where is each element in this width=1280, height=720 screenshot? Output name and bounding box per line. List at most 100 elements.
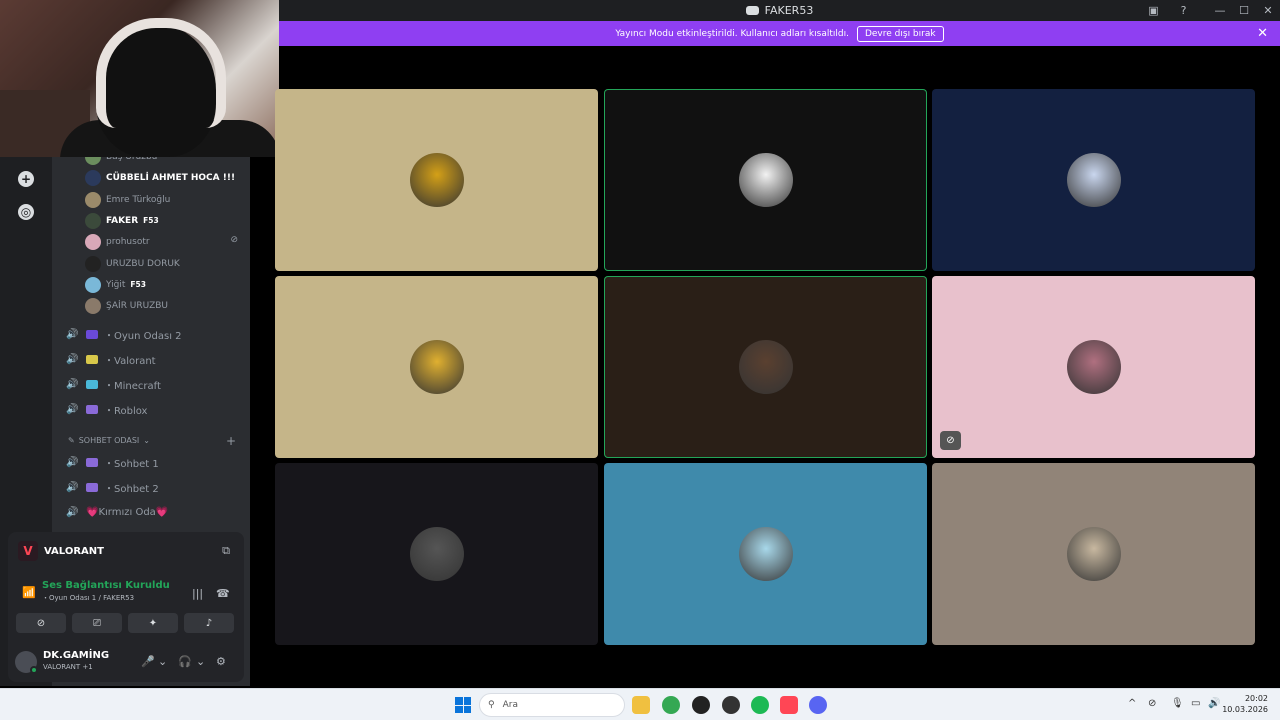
video-tile[interactable]: ⊘ <box>932 276 1255 458</box>
webcam-overlay <box>0 0 279 157</box>
tray-hidden-icon[interactable]: ⊘ <box>1148 698 1156 709</box>
help-icon[interactable]: ? <box>1177 4 1190 17</box>
speaker-icon: 🔊 <box>66 328 79 340</box>
activity-row[interactable]: V VALORANT <box>8 532 244 570</box>
noise-suppression-icon[interactable]: ||| <box>192 587 203 600</box>
start-icon[interactable] <box>455 697 471 713</box>
close-icon[interactable]: ✕ <box>1256 0 1280 21</box>
tray-mic-icon[interactable]: 🎙 <box>1171 698 1184 709</box>
avatar <box>85 234 101 251</box>
member-name: URUZBU DORUK <box>106 258 180 269</box>
valorant-taskbar-icon[interactable] <box>780 696 798 714</box>
camera-off-button[interactable]: ⊘ <box>16 613 66 633</box>
member-item[interactable]: Yiğit F53 <box>85 276 146 294</box>
disable-streamer-mode-button[interactable]: Devre dışı bırak <box>856 25 944 42</box>
screen-share-icon[interactable]: ⧉ <box>222 544 230 558</box>
speaker-icon: 🔊 <box>66 353 79 365</box>
inbox-icon[interactable]: ▣ <box>1147 4 1160 17</box>
category-icon: ✎ <box>68 436 75 445</box>
disconnect-icon[interactable]: ☎ <box>216 587 230 600</box>
window-title-text: FAKER53 <box>764 4 814 17</box>
channel-emoji-icon <box>86 405 98 415</box>
soundboard-button[interactable]: ♪ <box>184 613 234 633</box>
signal-icon[interactable]: 📶 <box>22 586 36 599</box>
search-icon: ⚲ <box>488 700 495 710</box>
voice-channel[interactable]: 🔊 💗Kırmızı Oda💗 <box>66 504 168 522</box>
member-item[interactable]: FAKER F53 <box>85 212 159 230</box>
member-item[interactable]: ŞAİR URUZBU <box>85 297 168 315</box>
voice-channel[interactable]: 🔊 ・Oyun Odası 2 <box>66 325 182 343</box>
clock-time: 20:02 <box>1244 694 1268 703</box>
member-item[interactable]: prohusotr <box>85 233 150 251</box>
channel-name: ・Roblox <box>104 406 148 418</box>
member-item[interactable]: URUZBU DORUK <box>85 255 180 273</box>
channel-emoji-icon <box>86 457 98 467</box>
category-sohbet-odasi[interactable]: ✎ SOHBET ODASI ⌄ <box>68 436 150 445</box>
spotify-icon[interactable] <box>751 696 769 714</box>
tray-chevron-icon[interactable]: ^ <box>1128 698 1136 709</box>
voice-channel[interactable]: 🔊 ・Valorant <box>66 350 156 368</box>
microphone-icon[interactable]: 🎤 <box>141 655 155 668</box>
voice-channel[interactable]: 🔊 ・Sohbet 2 <box>66 478 159 496</box>
member-tag: F53 <box>130 280 146 290</box>
avatar <box>85 255 101 272</box>
video-tile[interactable] <box>275 89 598 271</box>
video-tile[interactable] <box>604 89 927 271</box>
media-player-icon[interactable] <box>692 696 710 714</box>
gear-icon[interactable]: ⚙ <box>216 655 226 668</box>
category-label: SOHBET ODASI <box>78 436 140 445</box>
file-explorer-icon[interactable] <box>632 696 650 714</box>
channel-emoji-icon <box>86 354 98 364</box>
avatar[interactable] <box>15 651 38 674</box>
search-placeholder: Ara <box>502 700 518 710</box>
window-title: FAKER53 <box>279 4 1280 17</box>
avatar <box>738 340 793 394</box>
headphones-chevron-down-icon[interactable]: ⌄ <box>196 655 205 668</box>
minimize-icon[interactable]: — <box>1208 0 1232 21</box>
add-server-icon[interactable]: + <box>18 171 34 187</box>
video-tile[interactable] <box>604 463 927 645</box>
maximize-icon[interactable]: ☐ <box>1232 0 1256 21</box>
channel-emoji-icon <box>86 380 98 390</box>
taskbar-search[interactable]: ⚲ Ara <box>479 693 625 717</box>
tray-volume-icon[interactable]: 🔊 <box>1208 698 1220 709</box>
activity-game: VALORANT <box>44 545 104 557</box>
activities-button[interactable]: ✦ <box>128 613 178 633</box>
voice-channel[interactable]: 🔊 ・Minecraft <box>66 376 161 394</box>
online-status-icon <box>30 666 38 674</box>
video-tile[interactable] <box>604 276 927 458</box>
video-tile[interactable] <box>932 463 1255 645</box>
clock[interactable]: 20:02 10.03.2026 <box>1222 693 1268 715</box>
headphones-icon[interactable]: 🎧 <box>178 655 192 668</box>
voice-channel[interactable]: 🔊 ・Sohbet 1 <box>66 453 159 471</box>
user-name: DK.GAMİNG <box>43 650 110 661</box>
speaker-icon: 🔊 <box>66 379 79 391</box>
mic-chevron-down-icon[interactable]: ⌄ <box>158 655 167 668</box>
member-item[interactable]: Emre Türkoğlu <box>85 191 170 209</box>
voice-channel[interactable]: 🔊 ・Roblox <box>66 401 147 419</box>
member-tag: F53 <box>143 216 159 226</box>
member-item[interactable]: CÜBBELİ AHMET HOCA !!! <box>85 169 235 187</box>
user-status: VALORANT +1 <box>43 663 93 671</box>
create-channel-icon[interactable]: + <box>226 434 236 448</box>
tray-network-icon[interactable]: ▭ <box>1191 698 1200 709</box>
avatar <box>1066 527 1121 581</box>
channel-name: ・Minecraft <box>104 381 161 393</box>
explore-servers-icon[interactable]: ◎ <box>18 204 34 220</box>
chrome-icon[interactable] <box>662 696 680 714</box>
member-name: Emre Türkoğlu <box>106 194 171 205</box>
voice-status[interactable]: Ses Bağlantısı Kuruldu ・Oyun Odası 1 / F… <box>42 580 170 603</box>
title-bar: FAKER53 ▣ ? — ☐ ✕ <box>279 0 1280 21</box>
video-tile[interactable] <box>932 89 1255 271</box>
video-tile[interactable] <box>275 276 598 458</box>
banner-close-icon[interactable]: ✕ <box>1257 26 1268 41</box>
avatar <box>409 153 464 207</box>
screen-share-button[interactable]: ⎚ <box>72 613 122 633</box>
video-tile[interactable] <box>275 463 598 645</box>
channel-name: ・Valorant <box>104 355 156 367</box>
discord-taskbar-icon[interactable] <box>809 696 827 714</box>
banner-message: Yayıncı Modu etkinleştirildi. Kullanıcı … <box>615 28 849 39</box>
member-name: ŞAİR URUZBU <box>106 301 169 312</box>
steam-icon[interactable] <box>722 696 740 714</box>
chevron-down-icon: ⌄ <box>143 436 150 445</box>
